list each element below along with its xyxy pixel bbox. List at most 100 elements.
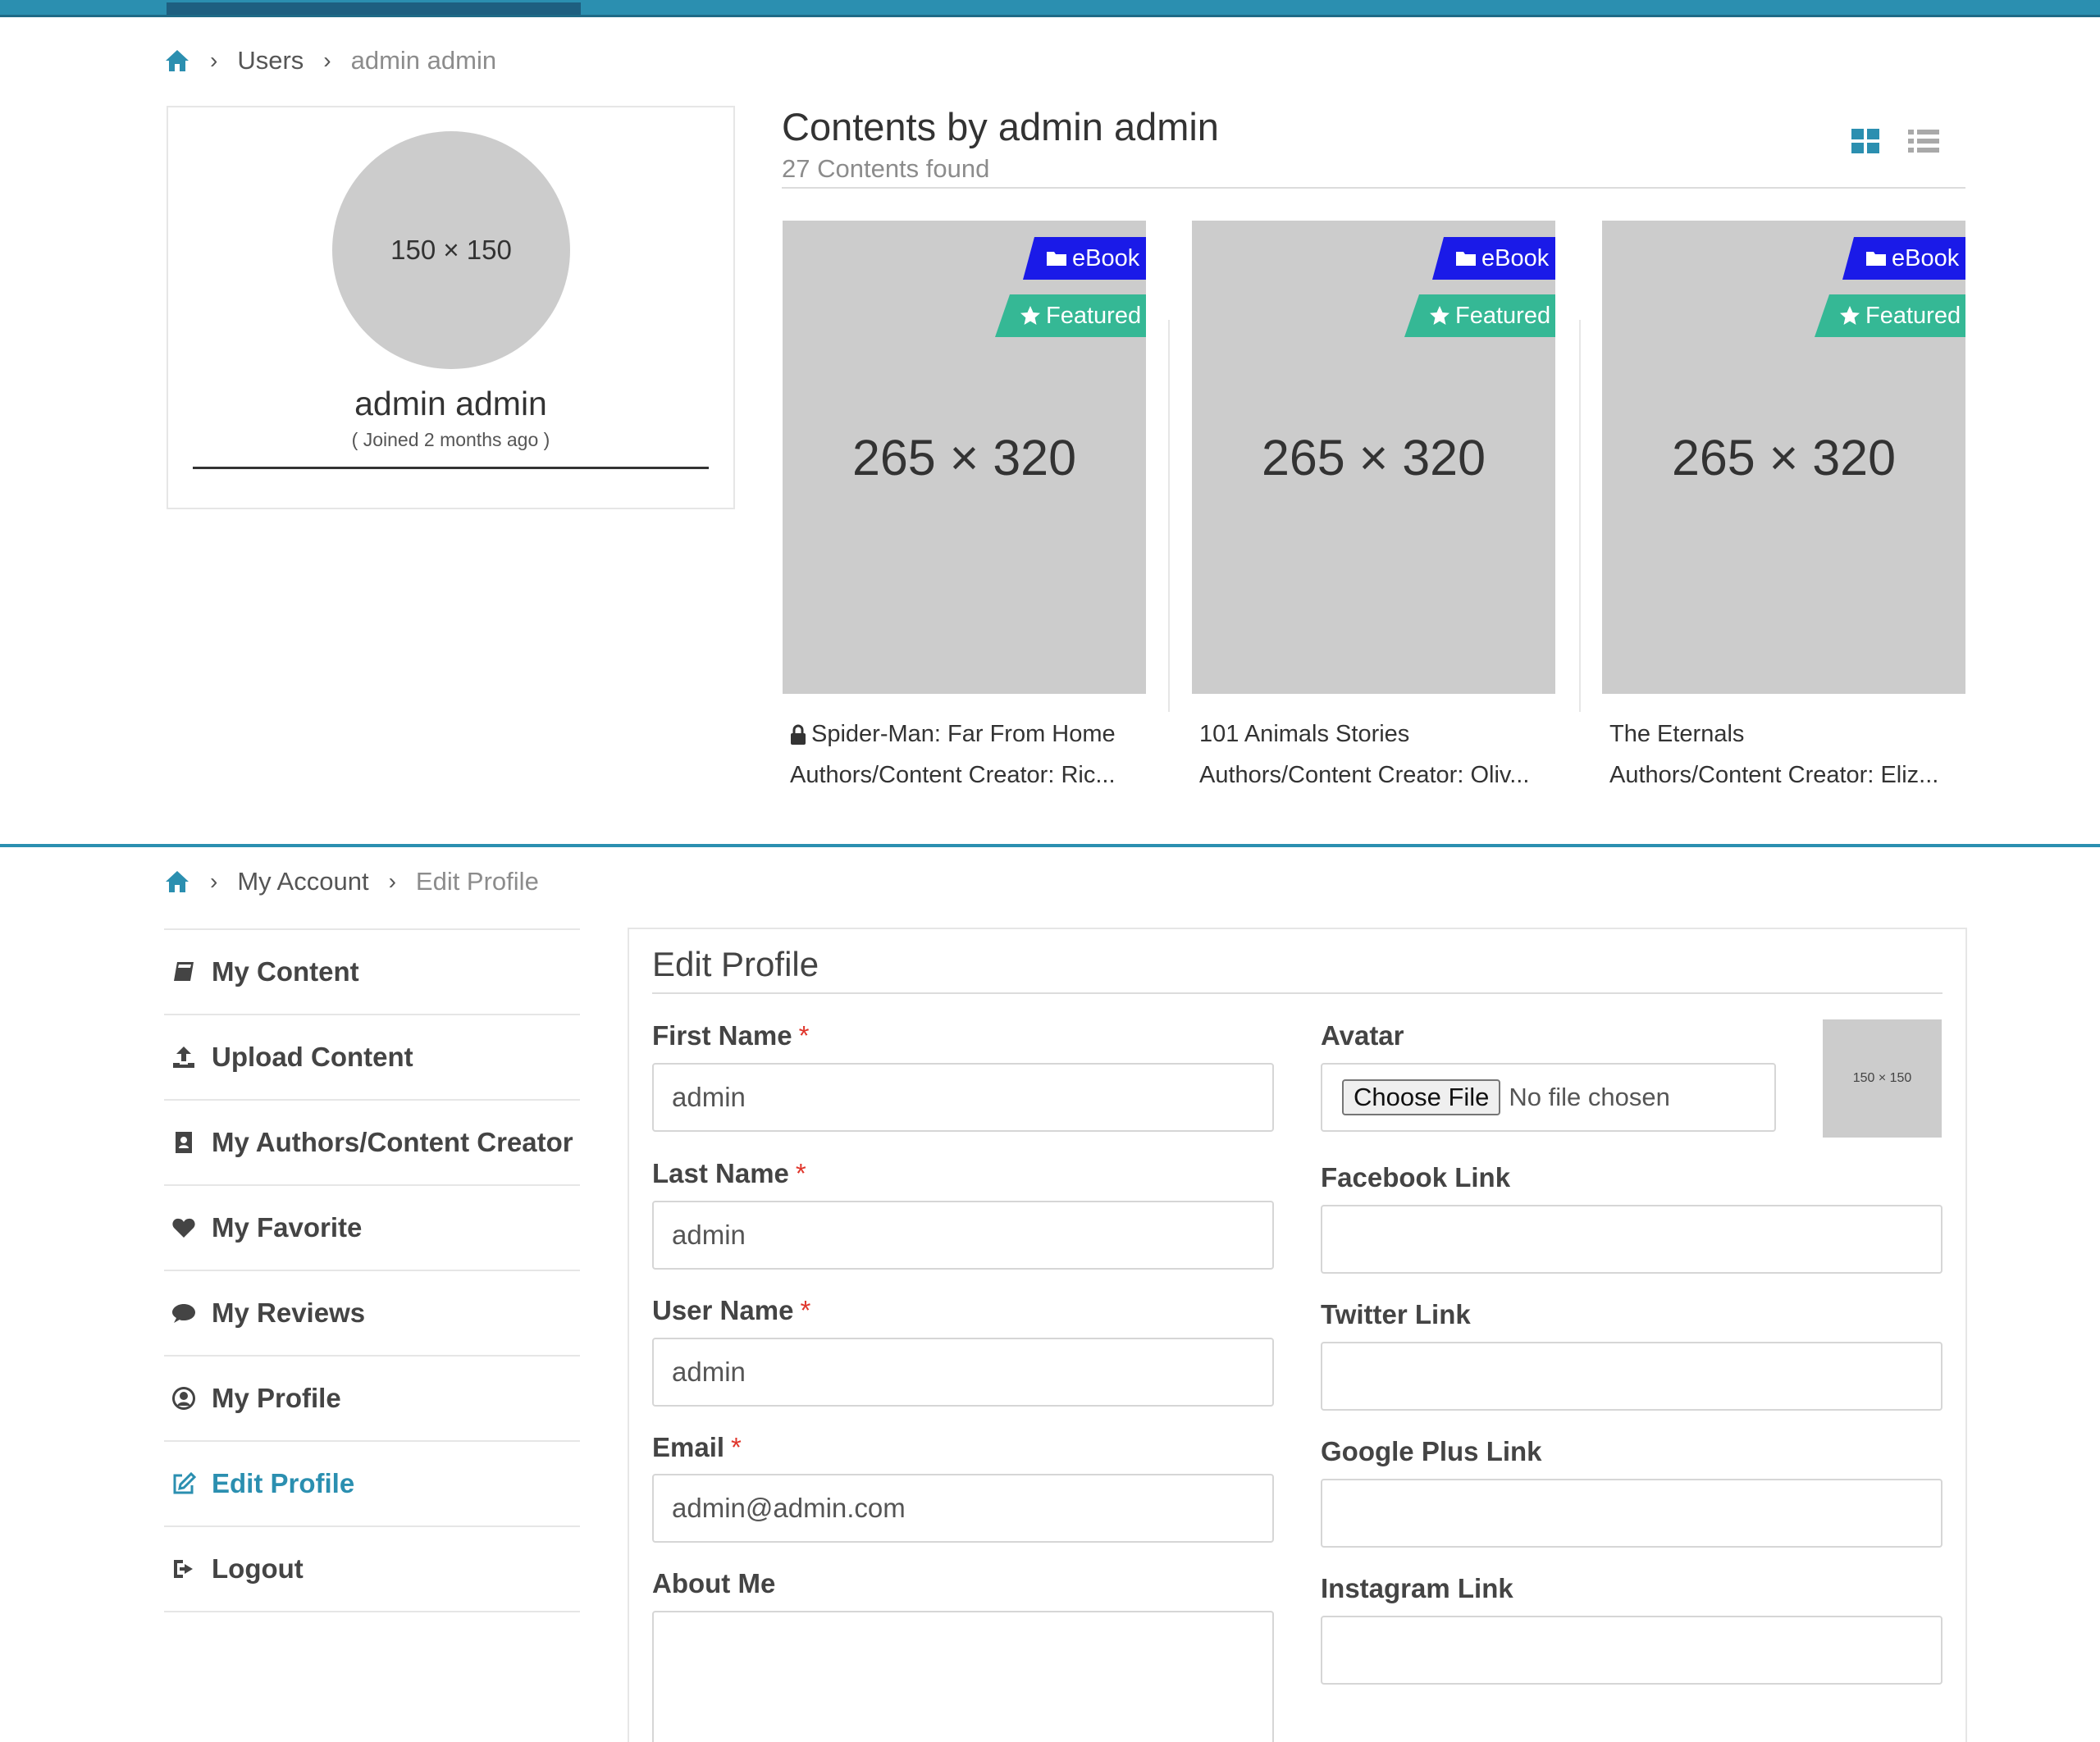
required-mark: * bbox=[800, 1295, 811, 1325]
thumbnail-placeholder: 265 × 320 bbox=[1261, 429, 1486, 486]
side-item-my-reviews[interactable]: My Reviews bbox=[164, 1271, 580, 1357]
side-item-label: My Authors/Content Creator bbox=[212, 1127, 573, 1157]
content-title[interactable]: 101 Animals Stories bbox=[1199, 721, 1409, 748]
thumbnail-placeholder: 265 × 320 bbox=[851, 429, 1077, 486]
section-divider bbox=[0, 844, 2100, 847]
choose-file-button[interactable]: Choose File bbox=[1342, 1079, 1501, 1115]
divider bbox=[782, 187, 1965, 189]
chevron-right-icon: › bbox=[388, 869, 396, 894]
list-view-icon[interactable] bbox=[1908, 129, 1939, 153]
home-icon[interactable] bbox=[164, 869, 190, 894]
side-item-label: My Content bbox=[212, 956, 359, 987]
contents-count: 27 Contents found bbox=[782, 154, 990, 183]
side-item-label: My Reviews bbox=[212, 1297, 366, 1328]
badge-label: Featured bbox=[1865, 302, 1961, 329]
email-label: Email * bbox=[652, 1432, 742, 1463]
content-card[interactable]: 265 × 320 eBook Featured 101 Animals Sto… bbox=[1192, 221, 1555, 788]
breadcrumb-users-link[interactable]: Users bbox=[237, 46, 304, 75]
star-icon bbox=[1840, 306, 1860, 325]
user-name-input[interactable] bbox=[652, 1338, 1274, 1407]
breadcrumb-current: Edit Profile bbox=[415, 867, 539, 896]
file-status: No file chosen bbox=[1509, 1083, 1670, 1111]
side-item-label: Edit Profile bbox=[212, 1468, 355, 1498]
first-name-label-text: First Name bbox=[652, 1020, 792, 1051]
google-plus-link-input[interactable] bbox=[1321, 1479, 1942, 1548]
side-item-my-content[interactable]: My Content bbox=[164, 930, 580, 1015]
edit-profile-title: Edit Profile bbox=[652, 945, 819, 983]
side-item-my-profile[interactable]: My Profile bbox=[164, 1357, 580, 1442]
last-name-input[interactable] bbox=[652, 1201, 1274, 1270]
featured-badge: Featured bbox=[995, 294, 1146, 337]
lock-icon bbox=[791, 724, 806, 745]
required-mark: * bbox=[795, 1158, 806, 1188]
top-bar-highlight bbox=[167, 2, 581, 15]
about-me-label: About Me bbox=[652, 1568, 776, 1598]
breadcrumb-current: admin admin bbox=[350, 46, 497, 75]
star-icon bbox=[1430, 306, 1449, 325]
avatar: 150 × 150 bbox=[332, 131, 570, 369]
badge-label: Featured bbox=[1046, 302, 1142, 329]
address-book-icon bbox=[171, 1129, 197, 1156]
content-title-text: Spider-Man: Far From Home bbox=[811, 721, 1116, 747]
required-mark: * bbox=[798, 1020, 810, 1051]
folder-icon bbox=[1047, 252, 1066, 266]
content-author: Authors/Content Creator: Ric... bbox=[790, 762, 1116, 788]
content-thumbnail[interactable]: 265 × 320 eBook Featured bbox=[1192, 221, 1555, 694]
badge-label: eBook bbox=[1481, 244, 1550, 271]
grid-view-icon[interactable] bbox=[1851, 129, 1879, 153]
badge-label: Featured bbox=[1455, 302, 1551, 329]
account-side-menu: My Content Upload Content My Authors/Con… bbox=[164, 928, 580, 1612]
last-name-label-text: Last Name bbox=[652, 1158, 789, 1188]
divider bbox=[193, 467, 709, 469]
divider bbox=[1579, 320, 1581, 712]
edit-icon bbox=[171, 1471, 197, 1497]
ebook-badge: eBook bbox=[1842, 237, 1965, 280]
user-circle-icon bbox=[171, 1385, 197, 1411]
folder-icon bbox=[1456, 252, 1476, 266]
side-item-my-favorite[interactable]: My Favorite bbox=[164, 1186, 580, 1271]
content-title-text: 101 Animals Stories bbox=[1199, 721, 1410, 747]
home-icon[interactable] bbox=[164, 48, 190, 73]
content-thumbnail[interactable]: 265 × 320 eBook Featured bbox=[783, 221, 1146, 694]
side-item-my-authors[interactable]: My Authors/Content Creator bbox=[164, 1101, 580, 1186]
ebook-badge: eBook bbox=[1432, 237, 1555, 280]
side-item-label: Upload Content bbox=[212, 1042, 413, 1072]
user-name-label-text: User Name bbox=[652, 1295, 794, 1325]
chevron-right-icon: › bbox=[210, 869, 218, 894]
breadcrumb-my-account-link[interactable]: My Account bbox=[237, 867, 368, 896]
first-name-label: First Name * bbox=[652, 1020, 809, 1051]
instagram-link-input[interactable] bbox=[1321, 1616, 1942, 1685]
thumbnail-placeholder: 265 × 320 bbox=[1671, 429, 1897, 486]
content-title[interactable]: The Eternals bbox=[1609, 721, 1744, 748]
heart-icon bbox=[171, 1215, 197, 1241]
required-mark: * bbox=[731, 1432, 742, 1462]
email-input[interactable] bbox=[652, 1474, 1274, 1543]
book-icon bbox=[171, 959, 197, 985]
comment-icon bbox=[171, 1300, 197, 1326]
profile-joined: ( Joined 2 months ago ) bbox=[351, 429, 550, 450]
side-item-label: My Profile bbox=[212, 1383, 341, 1413]
chevron-right-icon: › bbox=[323, 48, 331, 73]
avatar-preview: 150 × 150 bbox=[1823, 1019, 1942, 1138]
logout-icon bbox=[171, 1556, 197, 1582]
content-card[interactable]: 265 × 320 eBook Featured The Eternals Au… bbox=[1602, 221, 1965, 788]
content-thumbnail[interactable]: 265 × 320 eBook Featured bbox=[1602, 221, 1965, 694]
divider bbox=[652, 992, 1942, 994]
avatar-file-input[interactable]: Choose File No file chosen bbox=[1321, 1063, 1776, 1132]
content-title[interactable]: Spider-Man: Far From Home bbox=[790, 721, 1116, 748]
about-me-textarea[interactable] bbox=[652, 1611, 1274, 1742]
breadcrumb: › My Account › Edit Profile bbox=[164, 867, 539, 896]
first-name-input[interactable] bbox=[652, 1063, 1274, 1132]
content-author: Authors/Content Creator: Eliz... bbox=[1609, 762, 1939, 788]
ebook-badge: eBook bbox=[1023, 237, 1146, 280]
twitter-link-input[interactable] bbox=[1321, 1342, 1942, 1411]
side-item-upload-content[interactable]: Upload Content bbox=[164, 1015, 580, 1101]
instagram-link-label: Instagram Link bbox=[1321, 1573, 1513, 1603]
side-item-edit-profile[interactable]: Edit Profile bbox=[164, 1442, 580, 1527]
side-item-logout[interactable]: Logout bbox=[164, 1527, 580, 1612]
top-bar bbox=[0, 0, 2100, 17]
email-label-text: Email bbox=[652, 1432, 725, 1462]
content-card[interactable]: 265 × 320 eBook Featured Spider-Man: Far… bbox=[783, 221, 1146, 788]
featured-badge: Featured bbox=[1815, 294, 1965, 337]
facebook-link-input[interactable] bbox=[1321, 1205, 1942, 1274]
